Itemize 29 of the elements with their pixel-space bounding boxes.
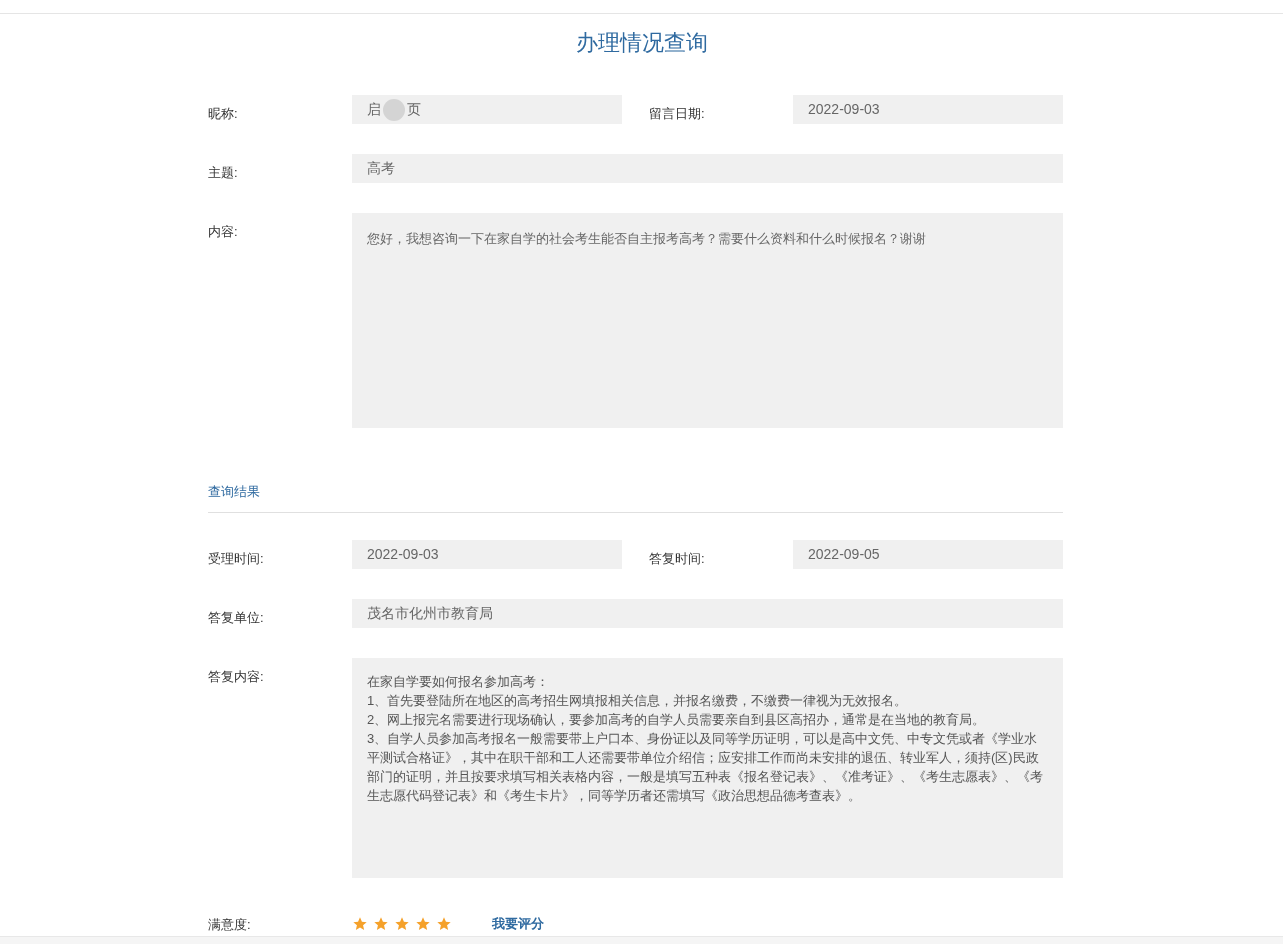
star-icon [394,916,410,932]
field-value: 2022-09-03 [352,540,622,569]
field-label: 满意度: [208,917,251,932]
field-label: 主题: [208,165,238,180]
reply-paragraph: 1、首先要登陆所在地区的高考招生网填报相关信息，并报名缴费，不缴费一律视为无效报名。 [367,692,909,710]
reply-paragraph: 在家自学要如何报名参加高考： [367,673,550,691]
reply-paragraph: 3、自学人员参加高考报名一般需要带上户口本、身份证以及同等学历证明，可以是高中文凭、中专文凭或者《学业水平测试合格证》，其中在职干部和工人还需要带单位介绍信；应安排工作而尚未安排的退伍、转业军人，须持(区)民政部门的证明，并且按要求填写相关表格内容，一般是填写五种表《报名登记表》、《准考证》、《考生志愿表》、《考生志愿代码登记表》和《考生卡片》，同等学历者还需填写《政治思想品德考查表》。 [367,730,1044,805]
field-label: 留言日期: [649,106,705,121]
field-label: 答复单位: [208,610,264,625]
star-icon [373,916,389,932]
field-label: 答复内容: [208,669,264,684]
field-label: 内容: [208,224,238,239]
rate-link[interactable]: 我要评分 [492,914,544,934]
star-icon [352,916,368,932]
section-heading: 查询结果 [208,484,260,499]
field-label: 昵称: [208,106,238,121]
blur-mark [383,98,405,121]
content-box: 您好，我想咨询一下在家自学的社会考生能否自主报考高考？需要什么资料和什么时候报名？谢谢 [352,213,1063,428]
field-label: 答复时间: [649,551,705,566]
field-value: 2022-09-05 [793,540,1063,569]
page-title: 办理情况查询 [575,29,708,57]
field-value: 启 页 [352,95,622,124]
star-icon [415,916,431,932]
field-value: 高考 [352,154,1063,183]
field-label: 受理时间: [208,551,264,566]
field-value: 茂名市化州市教育局 [352,599,1063,628]
reply-paragraph: 2、网上报完名需要进行现场确认，要参加高考的自学人员需要亲自到县区高招办，通常是在当地的教育局。 [367,711,987,729]
field-value: 2022-09-03 [793,95,1063,124]
star-icon [436,916,452,932]
